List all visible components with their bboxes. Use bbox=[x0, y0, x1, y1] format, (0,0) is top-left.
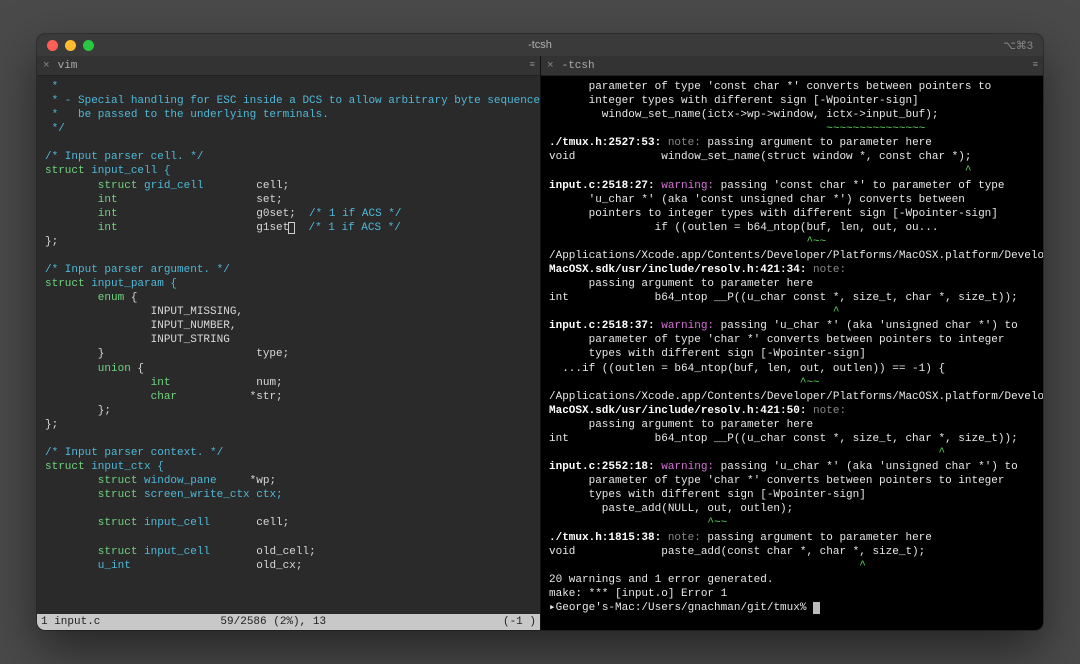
output-line: parameter of type 'char *' converts betw… bbox=[549, 334, 1004, 346]
close-tab-icon[interactable]: × bbox=[541, 60, 560, 72]
status-position: 59/2586 (2%), 13 bbox=[100, 616, 503, 628]
code-line: * - Special handling for ESC inside a DC… bbox=[45, 95, 540, 107]
output-line: /Applications/Xcode.app/Contents/Develop… bbox=[549, 250, 1043, 262]
output-line: int b64_ntop __P((u_char const *, size_t… bbox=[549, 433, 1018, 445]
output-line: /Applications/Xcode.app/Contents/Develop… bbox=[549, 391, 1043, 403]
window-title: -tcsh bbox=[528, 39, 552, 51]
code-line: /* Input parser cell. */ bbox=[45, 151, 203, 163]
status-filename: 1 input.c bbox=[41, 616, 100, 628]
left-tab-name[interactable]: vim bbox=[56, 60, 78, 72]
right-tab-name[interactable]: -tcsh bbox=[560, 60, 595, 72]
code-line: * be passed to the underlying terminals. bbox=[45, 109, 329, 121]
code-line: /* Input parser argument. */ bbox=[45, 264, 230, 276]
right-tabbar[interactable]: × -tcsh ≡ bbox=[541, 56, 1043, 76]
output-line: int b64_ntop __P((u_char const *, size_t… bbox=[549, 292, 1018, 304]
zoom-window-button[interactable] bbox=[83, 40, 94, 51]
terminal-window: -tcsh ⌥⌘3 × vim ≡ * * - Special handling… bbox=[37, 34, 1043, 630]
output-line: 20 warnings and 1 error generated. bbox=[549, 574, 773, 586]
output-line: ...if ((outlen = b64_ntop(buf, len, out,… bbox=[549, 363, 945, 375]
terminal-output[interactable]: parameter of type 'const char *' convert… bbox=[541, 76, 1043, 630]
output-line: void paste_add(const char *, char *, siz… bbox=[549, 546, 925, 558]
code-line: struct bbox=[45, 165, 85, 177]
vim-editor-content[interactable]: * * - Special handling for ESC inside a … bbox=[37, 76, 540, 614]
caret-line: ^~~ bbox=[549, 377, 820, 389]
caret-line: ^ bbox=[549, 165, 971, 177]
traffic-lights bbox=[37, 40, 94, 51]
output-line: pointers to integer types with different… bbox=[549, 208, 998, 220]
code-line: */ bbox=[45, 123, 65, 135]
window-shortcut: ⌥⌘3 bbox=[1003, 39, 1033, 52]
hamburger-icon[interactable]: ≡ bbox=[1027, 61, 1043, 70]
split-panes: × vim ≡ * * - Special handling for ESC i… bbox=[37, 56, 1043, 630]
output-line: parameter of type 'char *' converts betw… bbox=[549, 475, 1004, 487]
output-line: passing argument to parameter here bbox=[549, 419, 813, 431]
vim-statusbar: 1 input.c 59/2586 (2%), 13 (-1 ) bbox=[37, 614, 540, 630]
output-line: integer types with different sign [-Wpoi… bbox=[549, 95, 919, 107]
minimize-window-button[interactable] bbox=[65, 40, 76, 51]
output-line: void window_set_name(struct window *, co… bbox=[549, 151, 971, 163]
caret-line: ^ bbox=[549, 306, 839, 318]
close-tab-icon[interactable]: × bbox=[37, 60, 56, 72]
terminal-cursor bbox=[813, 602, 820, 614]
caret-line: ^ bbox=[549, 447, 945, 459]
code-line: * bbox=[45, 81, 58, 93]
output-line: passing argument to parameter here bbox=[549, 278, 813, 290]
output-line: parameter of type 'const char *' convert… bbox=[549, 81, 991, 93]
output-line: 'u_char *' (aka 'const unsigned char *')… bbox=[549, 194, 965, 206]
caret-line: ^~~ bbox=[549, 517, 727, 529]
output-line: paste_add(NULL, out, outlen); bbox=[549, 503, 793, 515]
caret-line: ~~~~~~~~~~~~~~~ bbox=[549, 123, 925, 135]
status-right: (-1 ) bbox=[503, 616, 536, 628]
code-line: /* Input parser context. */ bbox=[45, 447, 223, 459]
output-line: types with different sign [-Wpointer-sig… bbox=[549, 348, 866, 360]
left-pane[interactable]: × vim ≡ * * - Special handling for ESC i… bbox=[37, 56, 540, 630]
left-tabbar[interactable]: × vim ≡ bbox=[37, 56, 540, 76]
right-pane[interactable]: × -tcsh ≡ parameter of type 'const char … bbox=[540, 56, 1043, 630]
titlebar[interactable]: -tcsh ⌥⌘3 bbox=[37, 34, 1043, 56]
caret-line: ^~~ bbox=[549, 236, 826, 248]
output-line: window_set_name(ictx->wp->window, ictx->… bbox=[549, 109, 938, 121]
hamburger-icon[interactable]: ≡ bbox=[524, 61, 540, 70]
close-window-button[interactable] bbox=[47, 40, 58, 51]
shell-prompt[interactable]: ▸George's-Mac:/Users/gnachman/git/tmux% bbox=[549, 602, 820, 614]
caret-line: ^ bbox=[549, 560, 866, 572]
output-line: make: *** [input.o] Error 1 bbox=[549, 588, 727, 600]
output-line: types with different sign [-Wpointer-sig… bbox=[549, 489, 866, 501]
output-line: if ((outlen = b64_ntop(buf, len, out, ou… bbox=[549, 222, 938, 234]
